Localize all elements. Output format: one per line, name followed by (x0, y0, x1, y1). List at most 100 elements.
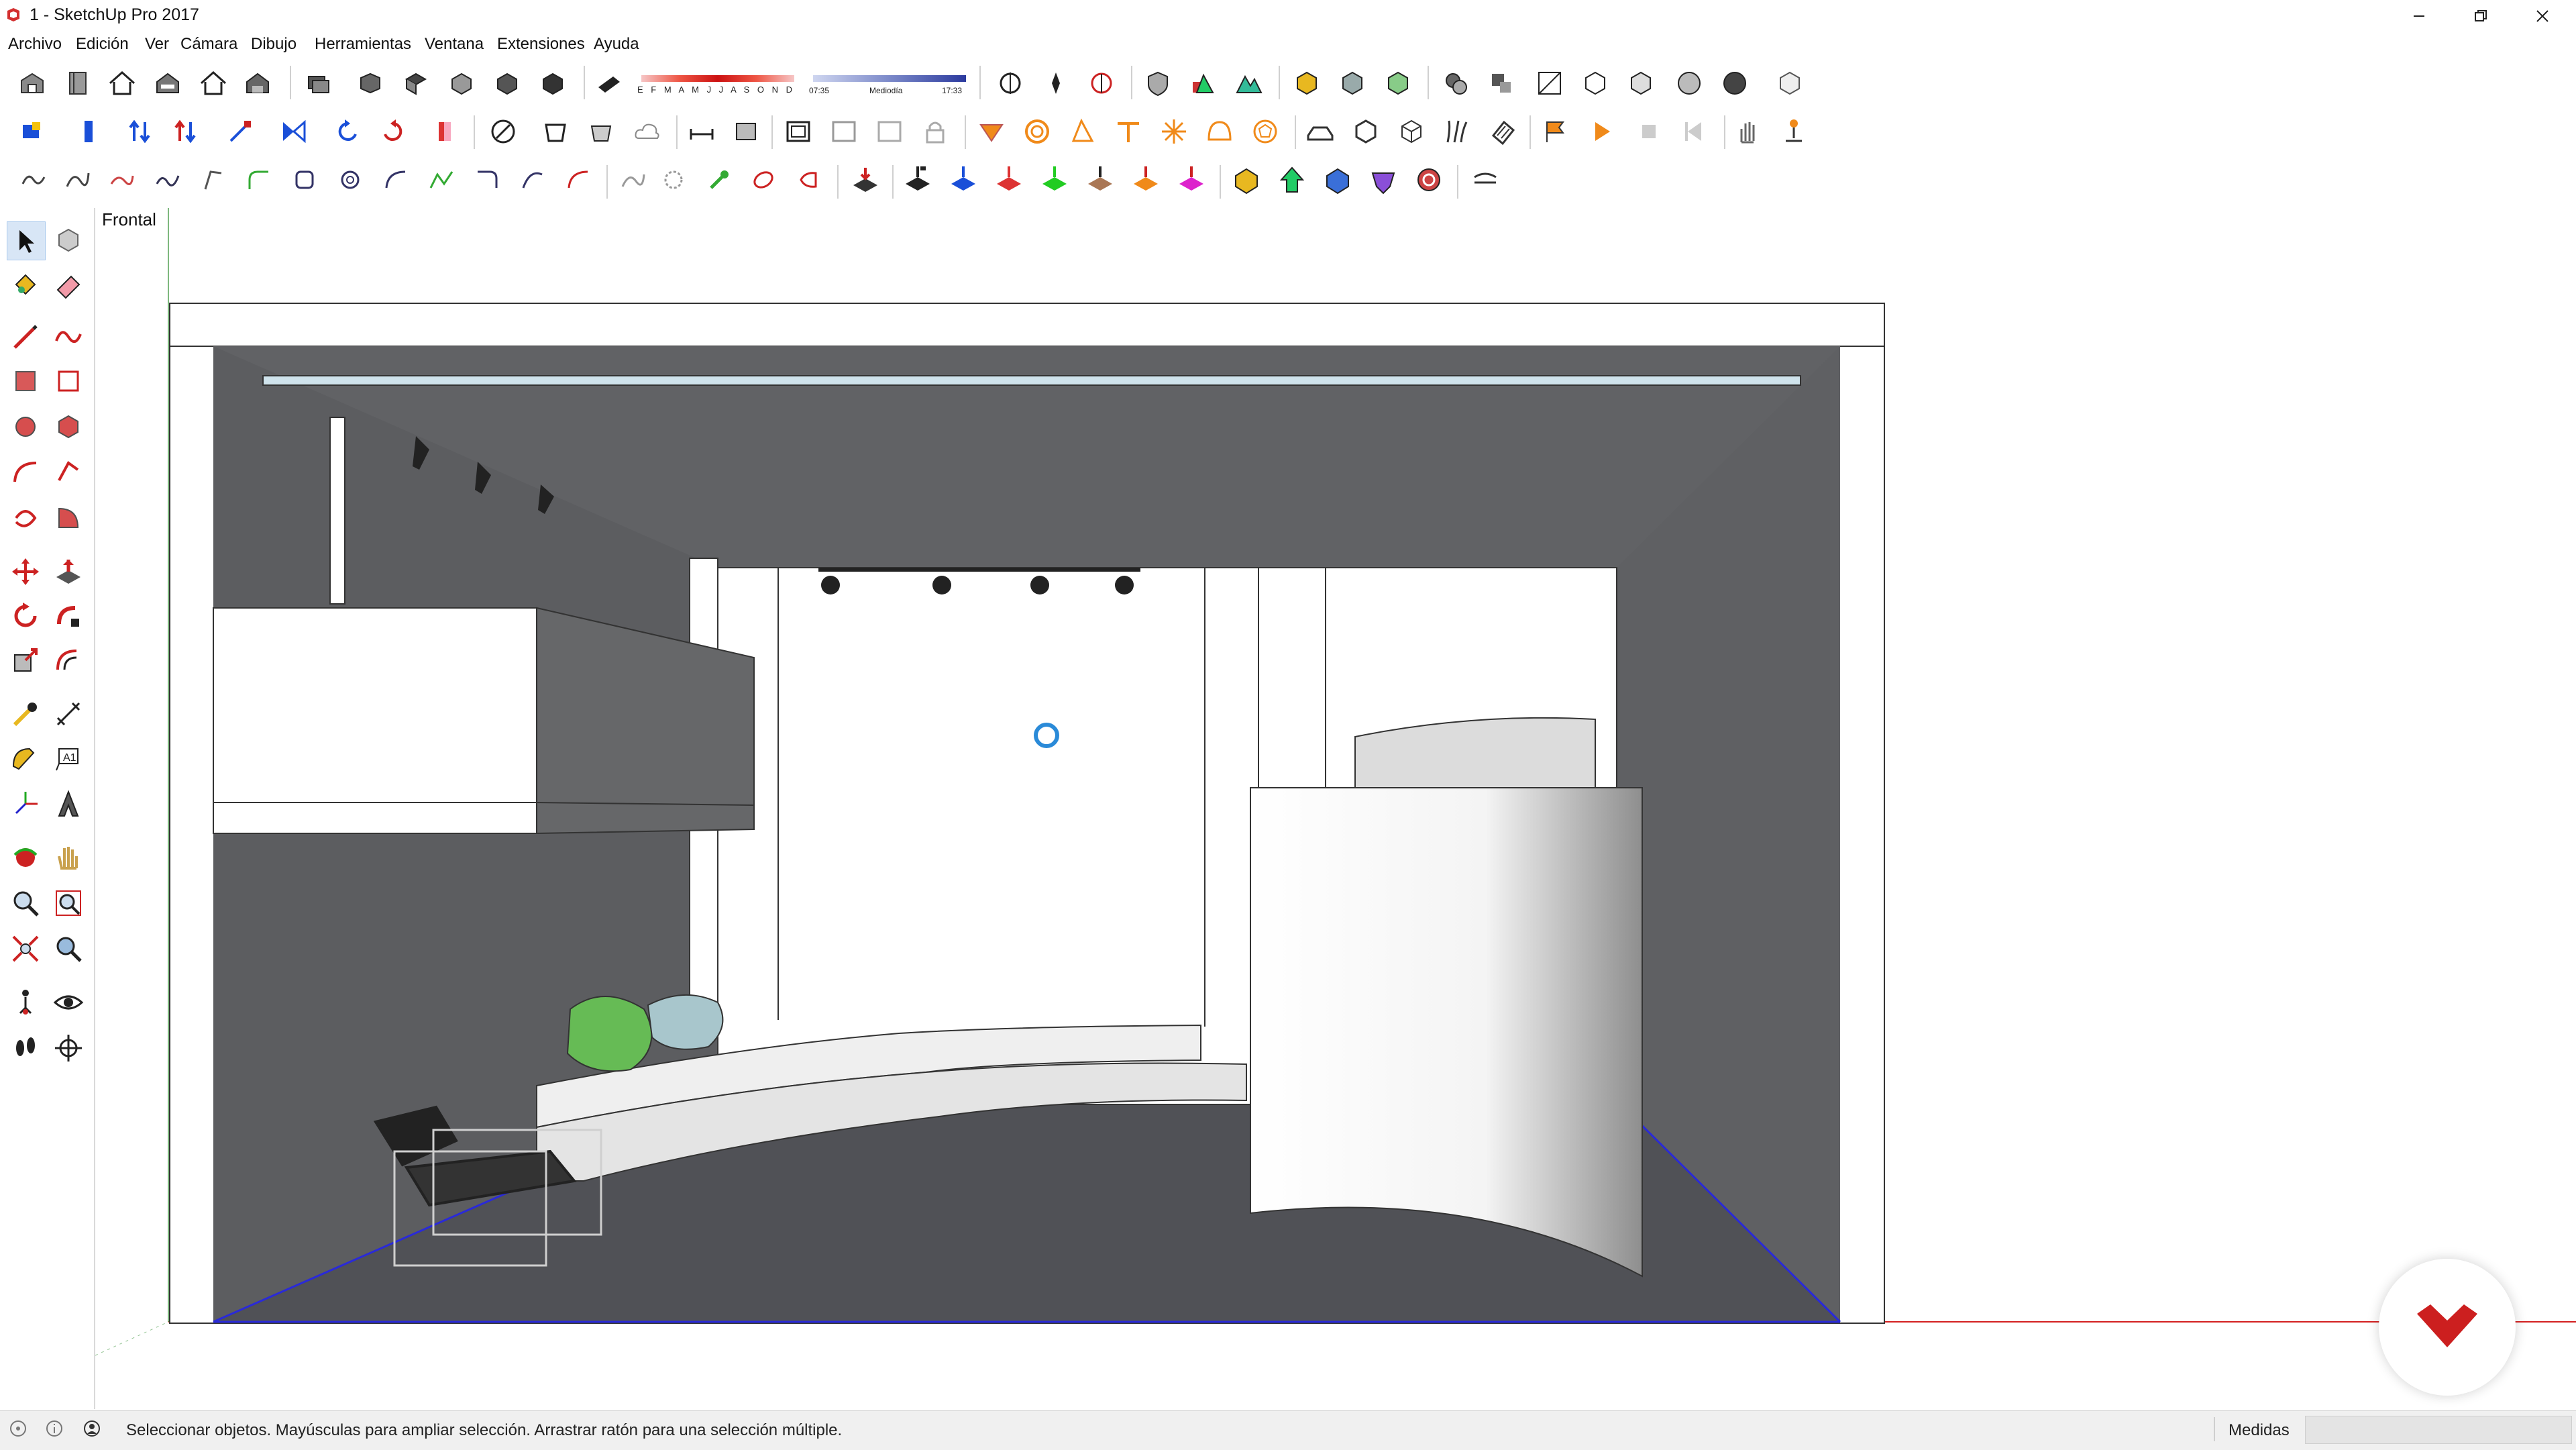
teardrop-button[interactable] (789, 161, 826, 199)
zoom-tool[interactable] (7, 884, 44, 922)
ring-button[interactable] (1018, 113, 1056, 150)
rotate-right-button[interactable] (374, 113, 412, 150)
align-button[interactable] (221, 113, 259, 150)
arc-red-button[interactable] (559, 161, 597, 199)
protractor-button[interactable] (1064, 113, 1102, 150)
measures-input[interactable] (2305, 1416, 2572, 1444)
add-location-button[interactable] (1037, 64, 1075, 102)
hatch-button[interactable] (1484, 113, 1521, 150)
info-icon[interactable] (44, 1418, 64, 1439)
minimize-button[interactable] (2388, 0, 2450, 32)
make-component-tool[interactable] (50, 221, 87, 259)
extrude-orange-button[interactable] (1127, 161, 1165, 199)
style-wireframe-button[interactable] (1531, 64, 1568, 102)
bspline-button[interactable] (149, 161, 186, 199)
box-open-button[interactable] (1347, 113, 1385, 150)
car-button[interactable] (1301, 113, 1339, 150)
followme-button[interactable] (973, 113, 1010, 150)
share-model-button[interactable] (149, 64, 186, 102)
extension-warehouse-button[interactable] (59, 64, 97, 102)
scale-tool[interactable] (7, 641, 44, 679)
arc-tool[interactable] (7, 454, 44, 491)
extrude-down-black-button[interactable] (899, 161, 936, 199)
scene-update-button[interactable] (871, 113, 908, 150)
line-tool[interactable] (7, 318, 44, 356)
menu-ventana[interactable]: Ventana (425, 35, 484, 54)
rectangle-curve-button[interactable] (286, 161, 323, 199)
hand-button[interactable] (1729, 113, 1767, 150)
share-component-button[interactable] (239, 64, 276, 102)
3d-text-tool[interactable] (50, 785, 87, 823)
polyline-button[interactable] (423, 161, 460, 199)
dome-button[interactable] (1201, 113, 1238, 150)
grass-button[interactable] (1438, 113, 1476, 150)
house-outline-button[interactable] (195, 64, 232, 102)
two-point-arc-tool[interactable] (50, 454, 87, 491)
sandbox-button[interactable] (991, 64, 1029, 102)
stop-button[interactable] (1630, 113, 1668, 150)
style-shaded-button[interactable] (1622, 64, 1660, 102)
view-top-button[interactable] (397, 64, 435, 102)
extrude-blue-button[interactable] (945, 161, 982, 199)
scene-button[interactable] (780, 113, 817, 150)
push-down-button[interactable] (847, 161, 884, 199)
paint-bucket-button[interactable] (427, 113, 464, 150)
solid-spiral-button[interactable] (1410, 161, 1448, 199)
extrude-red-button[interactable] (990, 161, 1028, 199)
shell-button[interactable] (582, 113, 620, 150)
offset-curve-button[interactable] (614, 161, 652, 199)
push-pull-tool[interactable] (50, 553, 87, 590)
layer-button[interactable] (13, 113, 51, 150)
look-around-tool[interactable] (50, 984, 87, 1021)
tmeasure-button[interactable] (1110, 113, 1147, 150)
soften-edges-button[interactable] (1466, 161, 1504, 199)
shadow-time-slider[interactable]: 07:35 Mediodía 17:33 (809, 74, 970, 101)
arc-curve-button[interactable] (377, 161, 415, 199)
xray-button[interactable] (1771, 64, 1809, 102)
layout-button[interactable] (299, 64, 337, 102)
fillet-curve-button[interactable] (240, 161, 278, 199)
arc3-button[interactable] (514, 161, 551, 199)
axes-tool[interactable] (7, 785, 44, 823)
extrude-magenta-button[interactable] (1173, 161, 1210, 199)
extrude-brown-button[interactable] (1081, 161, 1119, 199)
corner-button[interactable] (468, 161, 506, 199)
walk-tool[interactable] (7, 1029, 44, 1067)
solid-tools-button[interactable] (1185, 64, 1222, 102)
menu-archivo[interactable]: Archivo (8, 35, 62, 54)
component-yellow-button[interactable] (1288, 64, 1326, 102)
cloud-button[interactable] (628, 113, 665, 150)
catmull-button[interactable] (103, 161, 141, 199)
dimension-tool[interactable] (50, 695, 87, 733)
solid-purple-button[interactable] (1364, 161, 1402, 199)
torus-button[interactable] (1246, 113, 1284, 150)
box-3d-button[interactable] (1393, 113, 1430, 150)
play-button[interactable] (1583, 113, 1621, 150)
menu-herramientas[interactable]: Herramientas (315, 35, 411, 54)
menu-ayuda[interactable]: Ayuda (594, 35, 639, 54)
circle-dotted-button[interactable] (655, 161, 692, 199)
rectangle-tool[interactable] (7, 362, 44, 400)
view-right-button[interactable] (488, 64, 526, 102)
menu-edicion[interactable]: Edición (76, 35, 129, 54)
shadows-toggle-button[interactable] (590, 64, 628, 102)
close-button[interactable] (2512, 0, 2573, 32)
pie-tool[interactable] (50, 499, 87, 537)
section-fill-button[interactable] (727, 113, 765, 150)
circle-tool[interactable] (7, 408, 44, 446)
solid-inspector-button[interactable] (1139, 64, 1177, 102)
move-tool[interactable] (7, 553, 44, 590)
style-hidden-line-button[interactable] (1576, 64, 1614, 102)
mirror-button[interactable] (275, 113, 313, 150)
move-up-button[interactable] (121, 113, 158, 150)
solid-green-button[interactable] (1273, 161, 1311, 199)
scene-add-button[interactable] (825, 113, 863, 150)
rotate-tool[interactable] (7, 597, 44, 635)
solid-yellow-button[interactable] (1228, 161, 1265, 199)
freehand-tool[interactable] (50, 318, 87, 356)
text-tool[interactable]: A1 (50, 739, 87, 777)
fillet-button[interactable] (484, 113, 522, 150)
view-back-button[interactable] (534, 64, 572, 102)
tape-measure-tool[interactable] (7, 695, 44, 733)
orbit-tool[interactable] (7, 839, 44, 876)
